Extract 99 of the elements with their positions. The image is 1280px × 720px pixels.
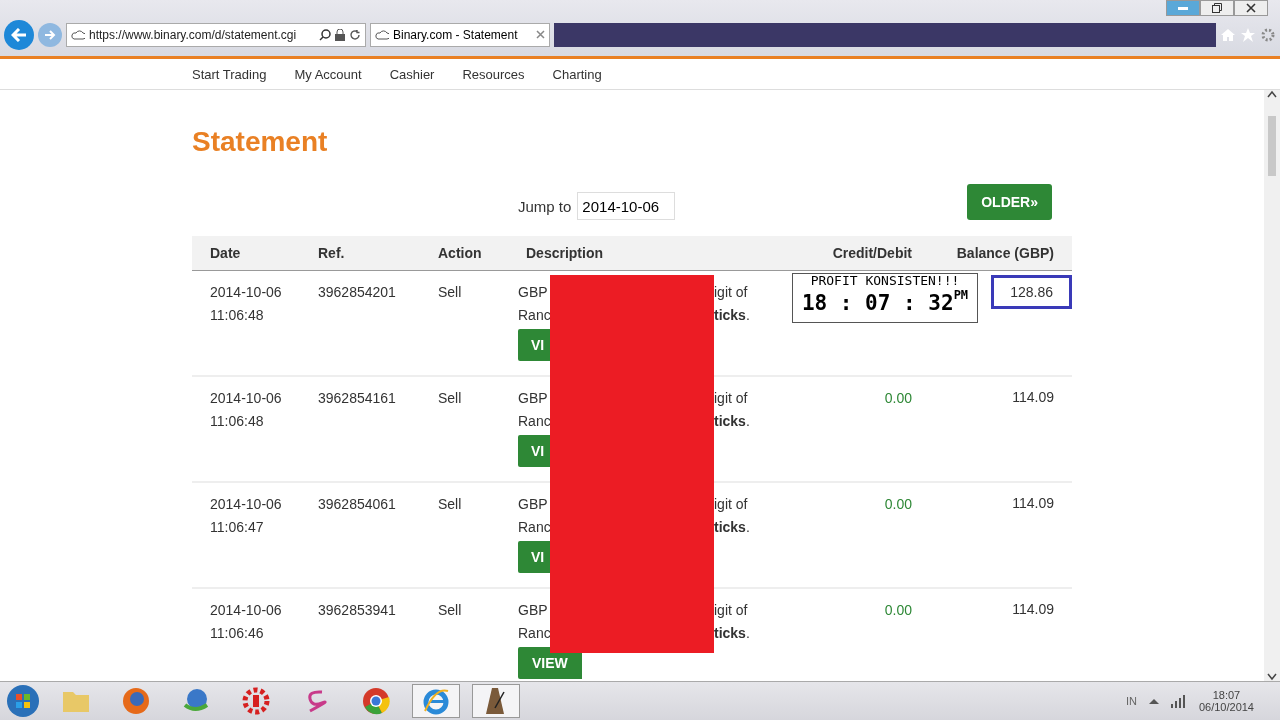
balance-text: 114.09 bbox=[1011, 600, 1055, 619]
credit-text: 0.00 bbox=[884, 390, 912, 406]
description-fragment: ticks. bbox=[714, 518, 750, 537]
description-fragment: GBP bbox=[518, 389, 548, 408]
description-fragment: igit of bbox=[714, 495, 748, 514]
ref-text: 3962854201 bbox=[318, 283, 397, 302]
older-button[interactable]: OLDER» bbox=[967, 184, 1052, 220]
credit-text: 0.00 bbox=[884, 602, 912, 618]
left-arrow-icon bbox=[11, 28, 27, 42]
description-fragment: Ranc bbox=[518, 518, 551, 537]
column-header: Action bbox=[437, 244, 483, 263]
star-icon[interactable] bbox=[1240, 27, 1256, 43]
nav-link[interactable]: Resources bbox=[450, 66, 541, 82]
fox-globe-icon bbox=[122, 687, 150, 715]
scrollbar[interactable] bbox=[1264, 90, 1280, 681]
lock-icon bbox=[335, 29, 345, 41]
nav-link[interactable]: Cashier bbox=[377, 66, 451, 82]
balance-text: 114.09 bbox=[1011, 388, 1055, 407]
description-fragment: Ranc bbox=[518, 624, 551, 643]
view-button[interactable]: VI bbox=[518, 541, 550, 573]
clock-time: 18:07 bbox=[1212, 689, 1241, 701]
signal-icon[interactable] bbox=[1170, 694, 1187, 708]
ie-icon bbox=[422, 687, 450, 715]
clock-time: 18 : 07 : 32 bbox=[801, 291, 954, 317]
gear-icon bbox=[242, 687, 270, 715]
tab-title: Binary.com - Statement bbox=[393, 28, 518, 42]
balance-text: 114.09 bbox=[1011, 494, 1055, 513]
description-fragment: GBP bbox=[518, 283, 548, 302]
outlined-balance: 128.86 bbox=[991, 275, 1072, 309]
description-fragment: igit of bbox=[714, 389, 748, 408]
action-text: Sell bbox=[438, 601, 463, 620]
description-fragment: GBP bbox=[518, 601, 548, 620]
date-text: 2014-10-06 bbox=[210, 389, 283, 408]
clock-caption: PROFIT KONSISTEN!!! bbox=[810, 274, 960, 288]
nav-link[interactable]: My Account bbox=[282, 66, 378, 82]
down-caret-icon[interactable] bbox=[1267, 673, 1277, 681]
time-text: 11:06:47 bbox=[210, 518, 265, 537]
right-arrow-icon bbox=[44, 30, 56, 40]
column-header: Credit/Debit bbox=[831, 244, 913, 263]
forward-button[interactable] bbox=[38, 23, 62, 47]
search-icon[interactable] bbox=[319, 29, 331, 41]
back-button[interactable] bbox=[4, 20, 34, 50]
clock-date: 06/10/2014 bbox=[1198, 701, 1254, 713]
view-button[interactable]: VI bbox=[518, 435, 550, 467]
close-icon bbox=[1246, 3, 1256, 13]
url-text: https://www.binary.com/d/statement.cgi bbox=[89, 28, 298, 42]
nav-link[interactable]: Charting bbox=[540, 66, 618, 82]
description-fragment: ticks. bbox=[714, 412, 750, 431]
column-header: Ref. bbox=[317, 244, 346, 263]
view-button[interactable]: VIEW bbox=[518, 647, 582, 679]
close-button[interactable] bbox=[1234, 0, 1268, 16]
description-fragment: igit of bbox=[714, 283, 748, 302]
action-text: Sell bbox=[438, 283, 463, 302]
description-fragment: ticks. bbox=[714, 624, 750, 643]
address-field[interactable]: https://www.binary.com/d/statement.cgi bbox=[66, 23, 366, 47]
refresh-icon[interactable] bbox=[349, 29, 361, 41]
ref-text: 3962853941 bbox=[318, 601, 397, 620]
settings-icon[interactable] bbox=[1260, 27, 1276, 43]
column-header: Description bbox=[525, 244, 604, 263]
date-text: 2014-10-06 bbox=[210, 495, 283, 514]
description-fragment: Ranc bbox=[518, 412, 551, 431]
taskbar-app[interactable] bbox=[472, 684, 520, 718]
restore-button[interactable] bbox=[1200, 0, 1234, 16]
cloud-icon bbox=[375, 30, 389, 40]
time-text: 11:06:48 bbox=[210, 306, 265, 325]
ref-text: 3962854161 bbox=[318, 389, 397, 408]
view-button[interactable]: VI bbox=[518, 329, 550, 361]
description-fragment: GBP bbox=[518, 495, 548, 514]
taskbar-app[interactable] bbox=[412, 684, 460, 718]
time-text: 11:06:46 bbox=[210, 624, 265, 643]
up-caret-icon[interactable] bbox=[1148, 698, 1159, 704]
ref-text: 3962854061 bbox=[318, 495, 397, 514]
metronome-icon bbox=[484, 686, 508, 716]
action-text: Sell bbox=[438, 389, 463, 408]
up-caret-icon[interactable] bbox=[1267, 90, 1277, 98]
description-fragment: igit of bbox=[714, 601, 748, 620]
date-field[interactable]: 2014-10-06 bbox=[577, 192, 676, 220]
close-icon[interactable] bbox=[536, 30, 545, 39]
page-title: Statement bbox=[192, 126, 329, 158]
minimize-icon bbox=[1178, 6, 1188, 10]
column-header: Balance (GBP) bbox=[955, 244, 1055, 263]
cloud-icon bbox=[71, 30, 85, 40]
time-text: 11:06:48 bbox=[210, 412, 265, 431]
chrome-icon bbox=[362, 687, 390, 715]
language-indicator[interactable]: IN bbox=[1125, 695, 1137, 707]
start-button[interactable] bbox=[6, 684, 40, 718]
action-text: Sell bbox=[438, 495, 463, 514]
description-fragment: ticks. bbox=[714, 306, 750, 325]
date-text: 2014-10-06 bbox=[210, 601, 283, 620]
clock-suffix: PM bbox=[953, 288, 969, 302]
column-header: Date bbox=[209, 244, 242, 263]
jump-label: Jump to bbox=[518, 197, 572, 215]
date-text: 2014-10-06 bbox=[210, 283, 283, 302]
description-fragment: Ranc bbox=[518, 306, 551, 325]
restore-icon bbox=[1212, 3, 1222, 13]
scroll-thumb[interactable] bbox=[1268, 116, 1276, 176]
credit-text: 0.00 bbox=[884, 496, 912, 512]
nav-link[interactable]: Start Trading bbox=[180, 66, 283, 82]
browser-tab[interactable]: Binary.com - Statement bbox=[370, 23, 550, 47]
